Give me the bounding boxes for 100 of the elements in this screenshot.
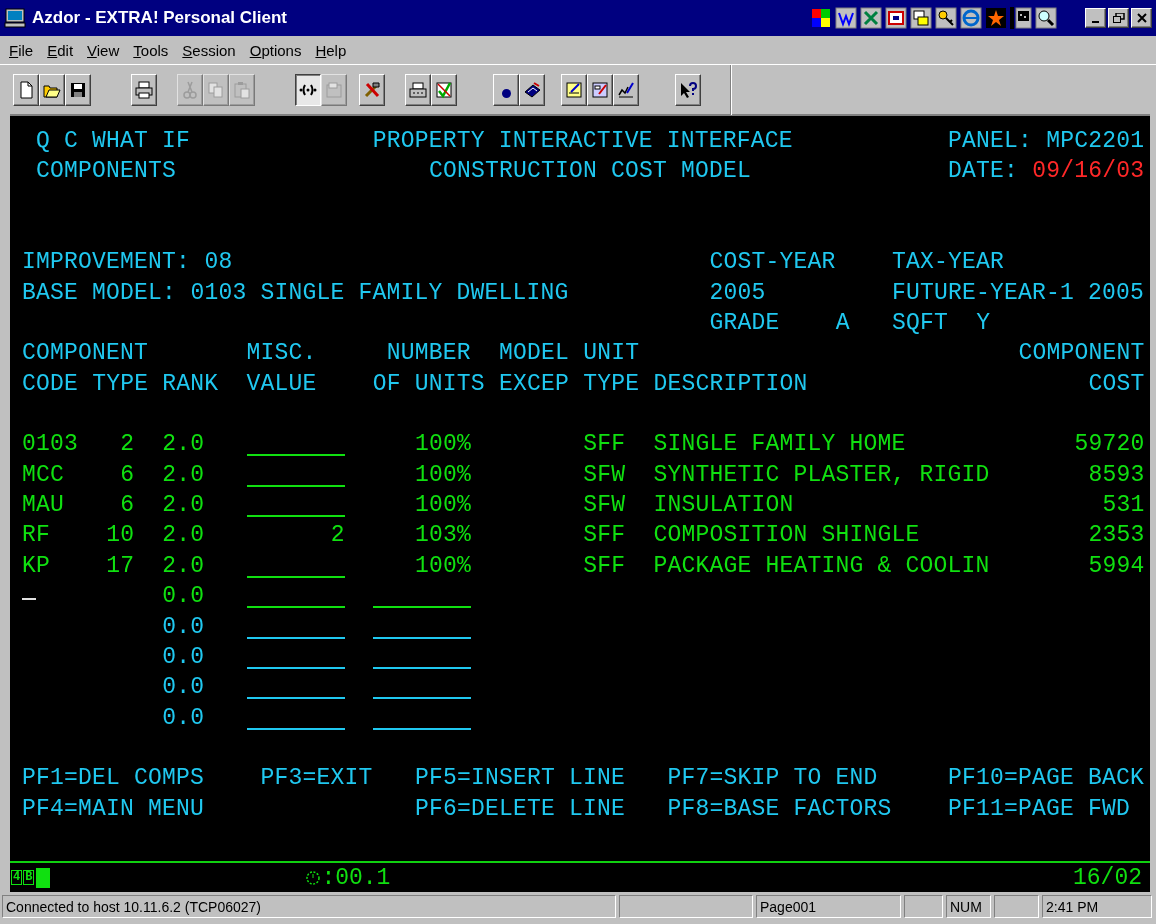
- menu-item[interactable]: Options: [242, 39, 309, 61]
- table-cell-text: 2.0: [162, 460, 205, 490]
- disk-icon: [523, 80, 541, 99]
- window-icon[interactable]: [885, 7, 907, 29]
- status-indicator: 4: [11, 870, 23, 885]
- field-label: GRADE: [709, 309, 780, 339]
- cross-icon[interactable]: [860, 7, 882, 29]
- card-icon[interactable]: [910, 7, 932, 29]
- form-icon: [591, 80, 609, 99]
- table-cell-text: 0103: [22, 430, 79, 460]
- table-cell-text: 8593: [1088, 460, 1145, 490]
- column-heading: DESCRIPTION: [653, 369, 808, 399]
- function-key: PF8=BASE FACTORS: [667, 793, 892, 824]
- menu-item[interactable]: File: [2, 39, 41, 61]
- tile-icon[interactable]: [835, 7, 857, 29]
- panel-label: PANEL:: [948, 127, 1033, 156]
- input-field[interactable]: 2: [246, 520, 345, 546]
- system-title: PROPERTY INTERACTIVE INTERFACE: [372, 127, 794, 156]
- panel-id: MPC2201: [1046, 127, 1145, 156]
- column-heading: VALUE: [246, 369, 317, 399]
- field-value: A: [835, 309, 850, 339]
- computer-icon: [4, 8, 26, 28]
- table-cell-text: SFF: [583, 430, 626, 460]
- printer-icon: [409, 80, 427, 99]
- field-label: SQFT: [891, 309, 949, 339]
- close-icon: [1135, 13, 1148, 23]
- maximize-button[interactable]: [1108, 8, 1129, 28]
- table-cell-text: SFW: [583, 460, 626, 490]
- table-cell-text: 2.0: [162, 521, 205, 551]
- timer-value: :00.1: [321, 864, 391, 891]
- table-cell-text: MCC: [22, 460, 65, 490]
- toolbar-button[interactable]: [295, 73, 321, 106]
- minimize-button[interactable]: [1085, 8, 1106, 28]
- copy-icon: [207, 80, 225, 99]
- screen-icon[interactable]: [1010, 7, 1032, 29]
- function-key: PF11=PAGE FWD: [948, 793, 1131, 824]
- column-heading: MISC.: [246, 339, 317, 369]
- page-indicator: Page001: [756, 895, 901, 918]
- screen-subject: COMPONENTS: [36, 157, 177, 187]
- date-label: DATE:: [948, 157, 1019, 187]
- function-key: PF7=SKIP TO END: [667, 763, 878, 794]
- table-cell-text: KP: [22, 551, 51, 581]
- squares-icon[interactable]: [810, 7, 832, 29]
- column-heading: OF UNITS: [372, 369, 486, 399]
- table-cell-text: 0.0: [162, 642, 205, 672]
- table-cell-text: INSULATION: [653, 491, 794, 521]
- magnifier-icon[interactable]: [1035, 7, 1057, 29]
- table-cell-text: 59720: [1074, 430, 1145, 460]
- table-cell-text: 0.0: [162, 673, 205, 703]
- program-name: Q C WHAT IF: [36, 127, 191, 156]
- maximize-icon: [1112, 13, 1125, 23]
- menu-item[interactable]: View: [80, 39, 127, 61]
- cursor-position: 16/02: [1073, 864, 1142, 891]
- table-cell-text: 100%: [415, 460, 471, 490]
- new-file-icon: [17, 80, 35, 99]
- table-cell-text: PACKAGE HEATING & COOLIN: [653, 551, 991, 581]
- function-key: PF6=DELETE LINE: [414, 793, 626, 824]
- column-heading: TYPE: [583, 369, 640, 399]
- menu-item[interactable]: Edit: [40, 39, 81, 61]
- table-cell-text: 100%: [415, 491, 471, 521]
- close-button[interactable]: [1131, 8, 1152, 28]
- field-value: FUTURE-YEAR-1 2005: [891, 278, 1145, 308]
- column-heading: RANK: [162, 369, 219, 399]
- table-cell-text: 0.0: [162, 612, 205, 642]
- column-heading: EXCEP: [499, 369, 570, 399]
- globe-icon[interactable]: [960, 7, 982, 29]
- table-cell-text: 10: [106, 521, 135, 551]
- table-cell-text: 103%: [415, 521, 471, 551]
- field-label: IMPROVEMENT:: [22, 248, 191, 278]
- status-pane: [904, 895, 943, 918]
- status-pane: [994, 895, 1039, 918]
- pencil-icon: [565, 80, 583, 99]
- column-heading: MODEL: [499, 339, 570, 369]
- table-cell-text: 100%: [415, 551, 471, 581]
- num-lock-indicator: NUM: [946, 895, 991, 918]
- column-heading: TYPE: [92, 369, 149, 399]
- column-heading: COMPONENT: [22, 339, 149, 369]
- status-message: Connected to host 10.11.6.2 (TCP06027): [2, 895, 616, 918]
- minimize-icon: [1092, 21, 1099, 23]
- date-value: 09/16/03: [1032, 157, 1145, 187]
- dot-icon: [501, 89, 511, 98]
- menu-item[interactable]: Help: [308, 39, 354, 61]
- key-icon[interactable]: [935, 7, 957, 29]
- column-heading: COST: [1088, 369, 1145, 399]
- status-indicator: B: [23, 870, 35, 885]
- function-key: PF1=DEL COMPS: [22, 763, 205, 794]
- clock-time: 2:41 PM: [1042, 895, 1152, 918]
- star-icon[interactable]: [985, 7, 1007, 29]
- table-cell-text: 6: [120, 491, 135, 521]
- table-cell-text: 0.0: [162, 703, 205, 733]
- menu-item[interactable]: Tools: [126, 39, 176, 61]
- checkmark-icon: [435, 80, 453, 99]
- menu-item[interactable]: Session: [175, 39, 243, 61]
- table-cell-text: SFF: [583, 551, 626, 581]
- table-cell-text: 2.0: [162, 430, 205, 460]
- field-value: Y: [976, 309, 991, 339]
- window-title: Azdor - EXTRA! Personal Client: [32, 8, 288, 28]
- table-cell-text: SFF: [583, 521, 626, 551]
- window-icon: [325, 80, 343, 99]
- field-label: BASE MODEL:: [22, 278, 177, 308]
